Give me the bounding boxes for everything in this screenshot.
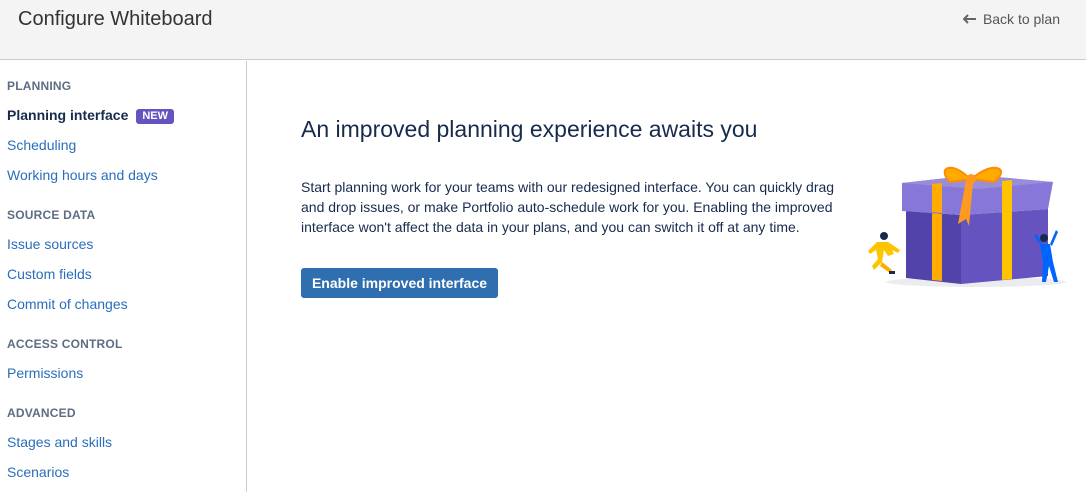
back-to-plan-link[interactable]: Back to plan: [962, 11, 1060, 27]
arrow-left-icon: [962, 14, 977, 24]
back-to-plan-label: Back to plan: [982, 11, 1060, 27]
settings-sidebar: PLANNING Planning interface NEW Schedulin…: [0, 61, 247, 492]
section-heading-advanced: ADVANCED: [7, 406, 76, 420]
section-heading-access-control: ACCESS CONTROL: [7, 337, 123, 351]
sidebar-item-commit-of-changes[interactable]: Commit of changes: [7, 296, 128, 312]
sidebar-item-permissions[interactable]: Permissions: [7, 365, 83, 381]
main-heading: An improved planning experience awaits y…: [301, 116, 758, 142]
sidebar-item-working-hours[interactable]: Working hours and days: [7, 167, 158, 183]
sidebar-item-stages-and-skills[interactable]: Stages and skills: [7, 434, 112, 450]
page-header: Configure Whiteboard Back to plan: [0, 0, 1086, 60]
new-badge: NEW: [136, 109, 175, 124]
section-heading-source-data: SOURCE DATA: [7, 208, 96, 222]
section-heading-planning: PLANNING: [7, 79, 72, 93]
page-title: Configure Whiteboard: [18, 8, 213, 30]
sidebar-item-scenarios[interactable]: Scenarios: [7, 464, 69, 480]
main-description: Start planning work for your teams with …: [301, 179, 835, 235]
sidebar-item-issue-sources[interactable]: Issue sources: [7, 236, 93, 252]
sidebar-item-label: Planning interface: [7, 107, 129, 123]
gift-box-illustration: [866, 158, 1076, 293]
sidebar-item-custom-fields[interactable]: Custom fields: [7, 266, 92, 282]
sidebar-item-scheduling[interactable]: Scheduling: [7, 137, 76, 153]
sidebar-item-planning-interface[interactable]: Planning interface NEW: [7, 107, 175, 124]
enable-improved-interface-button[interactable]: Enable improved interface: [301, 268, 498, 298]
